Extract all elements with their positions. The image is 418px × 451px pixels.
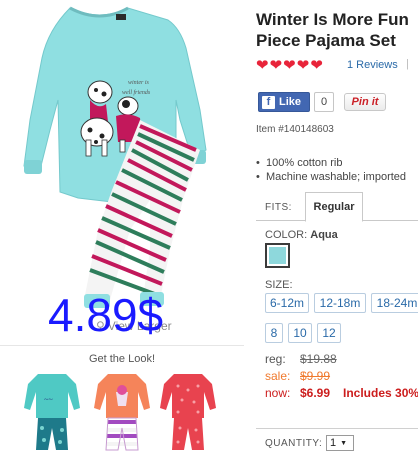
swatch-fill (269, 247, 286, 264)
feature-list: 100% cotton rib Machine washable; import… (256, 156, 406, 184)
facebook-like-label: Like (279, 96, 302, 108)
product-title: Winter Is More Fun Piece Pajama Set (256, 9, 418, 51)
look-item-image: ~~ (24, 374, 80, 450)
tab-regular[interactable]: Regular (305, 192, 363, 222)
product-title-line1: Winter Is More Fun (256, 10, 409, 29)
look-item-red-pajama[interactable] (160, 372, 216, 451)
look-item-aqua-pajama[interactable]: ~~ (24, 372, 80, 451)
product-title-line2: Piece Pajama Set (256, 31, 396, 50)
sale-price-label: sale: (265, 369, 291, 383)
heart-icon: ❤ (283, 57, 296, 74)
color-label: COLOR: Aqua (265, 229, 338, 241)
price-overlay: 4.89$ (48, 289, 164, 341)
regular-price-row: reg: $19.88 (265, 352, 337, 366)
size-option-12-18m[interactable]: 12-18m (314, 293, 366, 313)
item-number: Item #140148603 (256, 124, 334, 135)
promo-text: Includes 30% (343, 386, 418, 400)
size-label: SIZE: (265, 279, 293, 291)
heart-icon: ❤ (296, 57, 310, 74)
look-item-image (94, 374, 150, 451)
color-value: Aqua (310, 229, 338, 241)
size-option-18-24m[interactable]: 18-24m (371, 293, 418, 313)
facebook-icon: f (262, 95, 275, 109)
product-details: Winter Is More Fun Piece Pajama Set ❤ ❤ … (256, 0, 418, 451)
chevron-down-icon: ▼ (340, 439, 348, 447)
feature-item: Machine washable; imported (256, 170, 406, 184)
facebook-like-button[interactable]: f Like (258, 92, 310, 112)
size-option-12[interactable]: 12 (317, 323, 341, 343)
now-price-value: $6.99 (300, 386, 331, 400)
heart-icon: ❤ (256, 57, 269, 74)
color-label-text: COLOR: (265, 229, 308, 241)
heart-icon: ❤ (269, 57, 283, 74)
feature-item: 100% cotton rib (256, 156, 406, 170)
regular-price-value: $19.88 (300, 352, 337, 366)
reviews-link[interactable]: 1 Reviews (347, 59, 398, 71)
facebook-like-count: 0 (314, 92, 334, 112)
size-option-8[interactable]: 8 (265, 323, 283, 343)
sale-price-row: sale: $9.99 (265, 369, 330, 383)
get-the-look-panel: Get the Look! ~~ (0, 345, 244, 451)
regular-price-label: reg: (265, 352, 286, 366)
sale-price-value: $9.99 (300, 369, 331, 383)
fits-label: FITS: (265, 202, 292, 213)
svg-text:~~: ~~ (44, 395, 53, 404)
quantity-label: QUANTITY: (265, 438, 323, 449)
fits-tabs: FITS: Regular (256, 192, 418, 222)
graphic-text-line2: well friends (122, 89, 151, 96)
quantity-select[interactable]: 1 ▼ (326, 435, 354, 451)
reviews-separator: | (406, 58, 409, 70)
now-price-label: now: (265, 386, 291, 400)
quantity-value: 1 (330, 437, 337, 449)
size-option-10[interactable]: 10 (288, 323, 312, 343)
heart-icon: ❤ (310, 57, 323, 74)
rating-hearts[interactable]: ❤ ❤ ❤ ❤ ❤ (256, 58, 323, 73)
size-option-6-12m[interactable]: 6-12m (265, 293, 309, 313)
look-item-orange-pajama[interactable] (94, 372, 150, 451)
now-price-row: now: $6.99 Includes 30% (265, 386, 418, 400)
get-the-look-title: Get the Look! (88, 353, 156, 365)
pin-it-button[interactable]: Pin it (344, 93, 386, 111)
quantity-row: QUANTITY: 1 ▼ (256, 428, 418, 451)
graphic-text-line1: winter is (128, 80, 150, 86)
look-item-image (160, 374, 216, 450)
color-swatch-aqua[interactable] (265, 243, 290, 268)
